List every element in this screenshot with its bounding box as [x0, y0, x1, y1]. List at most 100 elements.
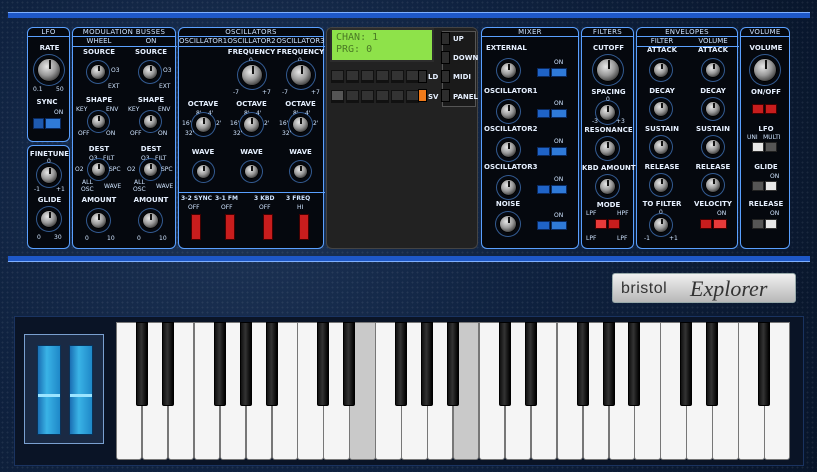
black-key[interactable] — [576, 322, 589, 406]
sync-toggle-on[interactable] — [45, 118, 61, 129]
noise-toggle-on[interactable] — [551, 221, 567, 230]
filter-release-knob[interactable] — [653, 177, 669, 193]
memory-pad-10[interactable] — [376, 90, 389, 103]
octave-knob-2[interactable] — [243, 116, 260, 133]
volume-knob[interactable] — [753, 58, 777, 82]
midi-button[interactable] — [441, 70, 450, 83]
velocity-toggle-off[interactable] — [700, 219, 712, 229]
dest-knob-1[interactable] — [91, 162, 106, 177]
rate-knob[interactable] — [37, 58, 61, 82]
black-key[interactable] — [602, 322, 615, 406]
black-key[interactable] — [265, 322, 278, 406]
osc1-mix-knob[interactable] — [500, 103, 517, 120]
filter-sustain-knob[interactable] — [653, 139, 669, 155]
cutoff-knob[interactable] — [596, 58, 620, 82]
external-toggle-on[interactable] — [551, 68, 567, 77]
black-key[interactable] — [421, 322, 434, 406]
resonance-knob[interactable] — [599, 140, 616, 157]
osc2-toggle-off[interactable] — [537, 147, 550, 156]
filter-decay-knob[interactable] — [653, 101, 669, 117]
black-key[interactable] — [758, 322, 771, 406]
external-knob[interactable] — [500, 62, 517, 79]
sync-button[interactable] — [191, 214, 201, 240]
osc1-toggle-off[interactable] — [537, 109, 550, 118]
black-key[interactable] — [524, 322, 537, 406]
mode-button-2[interactable] — [608, 219, 620, 229]
shape-knob-1[interactable] — [91, 114, 106, 129]
down-button[interactable] — [441, 51, 450, 64]
black-key[interactable] — [447, 322, 459, 406]
memory-pad-2[interactable] — [346, 70, 359, 83]
filter-attack-knob[interactable] — [653, 62, 669, 78]
frequency-knob-3[interactable] — [290, 64, 312, 86]
osc1-toggle-on[interactable] — [551, 109, 567, 118]
volume-decay-knob[interactable] — [705, 101, 721, 117]
wave-knob-2[interactable] — [244, 164, 259, 179]
noise-knob[interactable] — [499, 215, 517, 233]
fm-button[interactable] — [225, 214, 235, 240]
black-key[interactable] — [343, 322, 356, 406]
panel-button[interactable] — [441, 89, 450, 102]
external-toggle-off[interactable] — [537, 68, 550, 77]
osc3-toggle-on[interactable] — [551, 185, 567, 194]
mode-button-1[interactable] — [595, 219, 607, 229]
noise-toggle-off[interactable] — [537, 221, 550, 230]
save-button[interactable] — [418, 89, 427, 102]
load-button[interactable] — [418, 70, 427, 83]
frequency-knob-2[interactable] — [241, 64, 263, 86]
power-toggle-off[interactable] — [752, 104, 764, 114]
shape-knob-2[interactable] — [143, 114, 158, 129]
source-knob-1[interactable] — [90, 64, 106, 80]
memory-pad-5[interactable] — [391, 70, 404, 83]
mod-wheel[interactable] — [69, 345, 93, 435]
black-key[interactable] — [161, 322, 174, 406]
black-key[interactable] — [213, 322, 226, 406]
finetune-knob[interactable] — [40, 166, 58, 184]
up-button[interactable] — [441, 32, 450, 45]
memory-pad-8[interactable] — [346, 90, 359, 103]
dest-knob-2[interactable] — [143, 162, 158, 177]
wave-knob-1[interactable] — [196, 164, 211, 179]
pitch-wheel[interactable] — [37, 345, 61, 435]
volume-release-knob[interactable] — [705, 177, 721, 193]
volume-attack-knob[interactable] — [705, 62, 721, 78]
kbd-amount-knob[interactable] — [599, 178, 616, 195]
volume-sustain-knob[interactable] — [705, 139, 721, 155]
black-key[interactable] — [317, 322, 330, 406]
memory-pad-7[interactable] — [331, 90, 344, 103]
black-key[interactable] — [498, 322, 511, 406]
black-key[interactable] — [395, 322, 408, 406]
black-key[interactable] — [706, 322, 719, 406]
glide-toggle-off[interactable] — [752, 181, 764, 191]
octave-knob-1[interactable] — [195, 116, 212, 133]
black-key[interactable] — [628, 322, 641, 406]
amount-knob-1[interactable] — [90, 212, 107, 229]
freq-button[interactable] — [299, 214, 309, 240]
memory-pad-4[interactable] — [376, 70, 389, 83]
wave-knob-3[interactable] — [293, 164, 308, 179]
lfo-toggle-uni[interactable] — [752, 142, 764, 152]
black-key[interactable] — [135, 322, 148, 406]
glide-knob[interactable] — [40, 210, 58, 228]
osc3-toggle-off[interactable] — [537, 185, 550, 194]
osc3-mix-knob[interactable] — [500, 179, 517, 196]
osc2-mix-knob[interactable] — [500, 141, 517, 158]
memory-pad-11[interactable] — [391, 90, 404, 103]
lfo-toggle-multi[interactable] — [765, 142, 777, 152]
to-filter-knob[interactable] — [653, 217, 669, 233]
kbd-button[interactable] — [263, 214, 273, 240]
power-toggle-on[interactable] — [765, 104, 777, 114]
release-toggle-on[interactable] — [765, 219, 777, 229]
memory-pad-9[interactable] — [361, 90, 374, 103]
velocity-toggle-on[interactable] — [713, 219, 727, 229]
source-knob-2[interactable] — [142, 64, 158, 80]
sync-toggle[interactable] — [33, 118, 44, 129]
black-key[interactable] — [680, 322, 693, 406]
spacing-knob[interactable] — [599, 104, 616, 121]
memory-pad-3[interactable] — [361, 70, 374, 83]
octave-knob-3[interactable] — [292, 116, 309, 133]
black-key[interactable] — [239, 322, 252, 406]
amount-knob-2[interactable] — [142, 212, 159, 229]
memory-pad-1[interactable] — [331, 70, 344, 83]
release-toggle-off[interactable] — [752, 219, 764, 229]
